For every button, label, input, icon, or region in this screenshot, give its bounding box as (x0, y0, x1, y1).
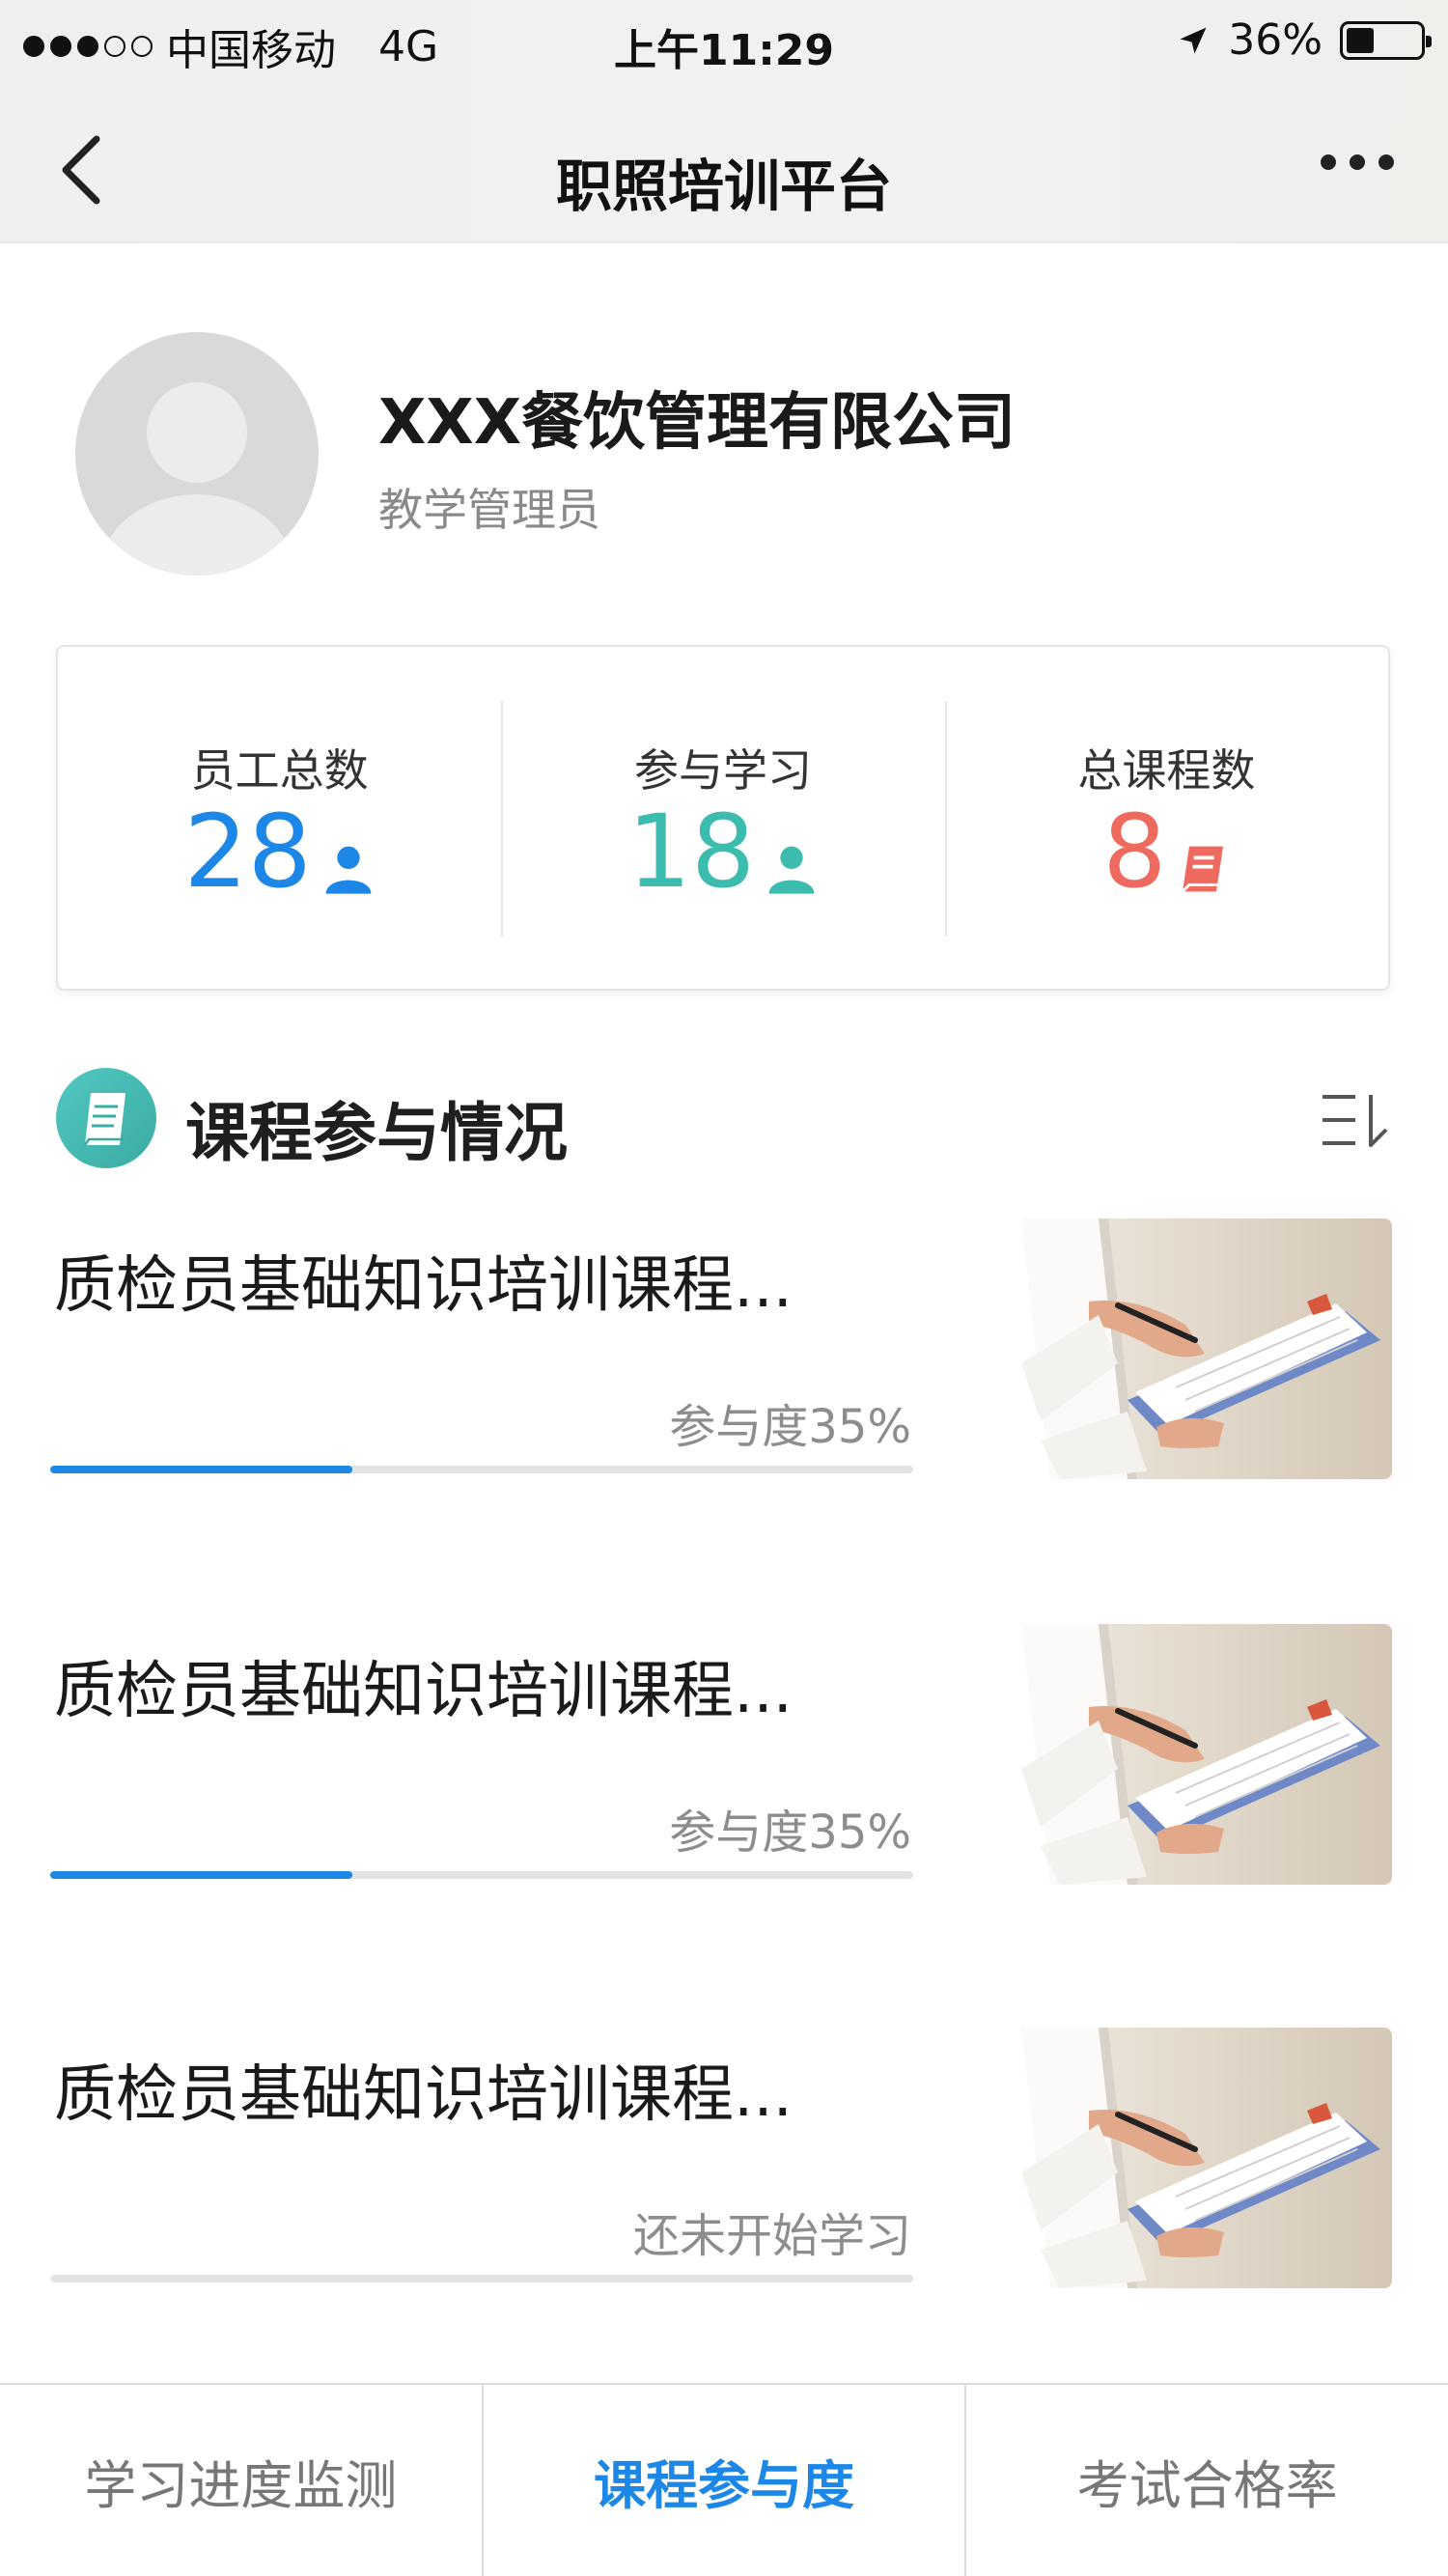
list-item[interactable]: 质检员基础知识培训课程... 还未开始学习 (0, 2028, 1448, 2308)
section-title: 课程参与情况 (185, 1096, 568, 1170)
person-icon (768, 846, 815, 894)
bottom-tab-bar: 学习进度监测 课程参与度 考试合格率 (0, 2383, 1448, 2576)
stat-participants[interactable]: 参与学习 18 (501, 647, 944, 989)
more-dot (1350, 154, 1365, 170)
person-icon (325, 846, 372, 894)
list-item[interactable]: 质检员基础知识培训课程... 参与度35% (0, 1218, 1448, 1498)
avatar-body (100, 494, 293, 575)
page-title: 职照培训平台 (555, 154, 892, 219)
course-section-icon (56, 1068, 156, 1168)
progress-bar (50, 1871, 913, 1879)
clipboard-image (983, 2028, 1380, 2288)
course-title: 质检员基础知识培训课程... (54, 1656, 794, 1727)
course-status: 还未开始学习 (632, 2209, 911, 2263)
progress-fill (50, 1466, 352, 1473)
company-name: XXX餐饮管理有限公司 (378, 387, 1016, 459)
course-thumbnail[interactable] (983, 1218, 1392, 1479)
course-status: 参与度35% (669, 1806, 911, 1860)
list-item[interactable]: 质检员基础知识培训课程... 参与度35% (0, 1624, 1448, 1904)
course-title: 质检员基础知识培训课程... (54, 1250, 794, 1322)
avatar[interactable] (75, 332, 319, 575)
avatar-head (147, 382, 247, 483)
book-icon (1182, 846, 1224, 893)
tab-learning-progress[interactable]: 学习进度监测 (0, 2385, 482, 2576)
location-arrow-icon (1180, 27, 1207, 53)
clipboard-image (983, 1218, 1380, 1479)
battery-icon (1340, 20, 1432, 60)
more-options-icon[interactable] (1321, 154, 1394, 170)
stats-card: 员工总数 28 参与学习 18 总课程数 8 (56, 645, 1390, 991)
stat-label: 参与学习 (633, 744, 812, 797)
more-dot (1378, 154, 1394, 170)
stat-total-courses[interactable]: 总课程数 8 (944, 647, 1388, 989)
stat-value-row: 18 (501, 801, 944, 902)
screen: 中国移动 4G 上午11:29 36% 职照培训平台 XXX餐饮管理有限公司 教… (0, 0, 1448, 2576)
stat-value: 28 (183, 793, 312, 910)
tab-exam-pass-rate[interactable]: 考试合格率 (964, 2385, 1448, 2576)
course-thumbnail[interactable] (983, 1624, 1392, 1885)
book-icon (83, 1093, 125, 1146)
course-status: 参与度35% (669, 1400, 911, 1454)
clipboard-image (983, 1624, 1380, 1885)
more-dot (1321, 154, 1336, 170)
navigation-bar: 职照培训平台 (0, 104, 1448, 243)
battery-nub (1426, 35, 1432, 47)
stat-value: 18 (627, 793, 756, 910)
battery-percent: 36% (1228, 15, 1323, 65)
stat-value-row: 8 (945, 801, 1388, 902)
battery-level (1347, 27, 1374, 53)
status-bar: 中国移动 4G 上午11:29 36% (0, 0, 1448, 83)
stat-total-employees[interactable]: 员工总数 28 (58, 647, 501, 989)
stat-value-row: 28 (58, 801, 501, 902)
stat-value: 8 (1102, 793, 1167, 910)
course-thumbnail[interactable] (983, 2028, 1392, 2288)
top-bar: 中国移动 4G 上午11:29 36% 职照培训平台 (0, 0, 1448, 243)
progress-fill (50, 1871, 352, 1879)
progress-bar (50, 1466, 913, 1473)
tab-course-participation[interactable]: 课程参与度 (481, 2385, 965, 2576)
stat-label: 总课程数 (1077, 744, 1256, 797)
stat-label: 员工总数 (190, 744, 369, 797)
progress-bar (50, 2275, 913, 2282)
status-right: 36% (1176, 15, 1432, 65)
user-role: 教学管理员 (378, 484, 600, 536)
course-title: 质检员基础知识培训课程... (54, 2059, 794, 2131)
sort-icon[interactable] (1319, 1089, 1394, 1151)
